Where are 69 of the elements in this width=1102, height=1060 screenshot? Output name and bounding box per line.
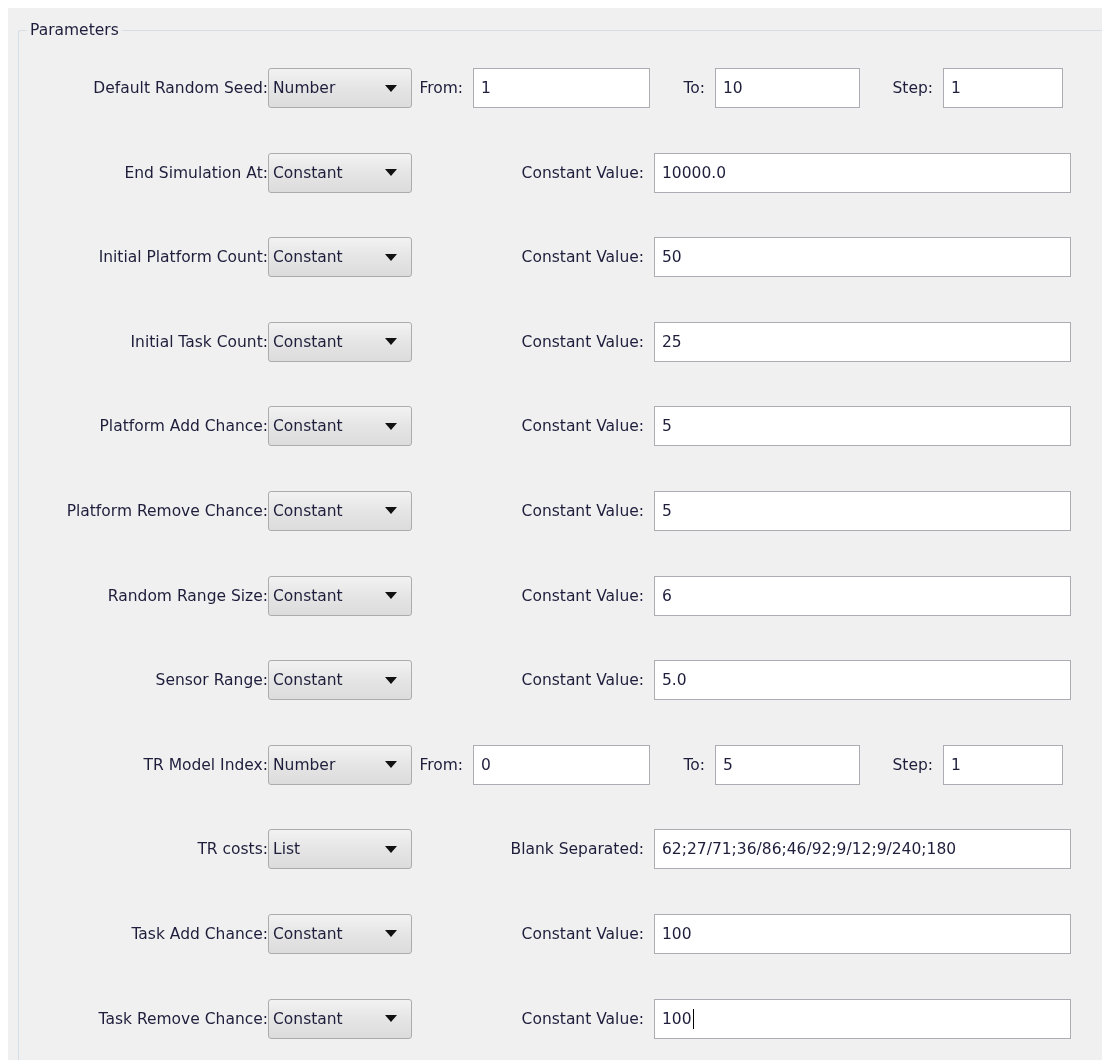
input-field[interactable]: 50 [654,237,1071,278]
field-label: Constant Value: [521,501,644,520]
field-label: Step: [892,755,933,774]
field-label: Constant Value: [521,586,644,605]
field-label: To: [683,755,705,774]
input-field[interactable]: 10 [715,68,860,108]
mode-dropdown[interactable]: Constant [268,660,412,701]
parameter-label: Sensor Range: [155,671,268,690]
input-field[interactable]: 62;27/71;36/86;46/92;9/12;9/240;180 [654,829,1071,870]
field-label: Constant Value: [521,1009,644,1028]
field-label: Constant Value: [521,417,644,436]
caret-icon [385,84,397,92]
parameter-label: End Simulation At: [124,163,268,182]
mode-dropdown[interactable]: Number [268,744,412,785]
field-label: Blank Separated: [510,840,644,859]
caret-icon [385,761,397,769]
caret-icon [385,507,397,515]
input-field[interactable]: 1 [943,68,1063,108]
input-field[interactable]: 25 [654,321,1071,362]
parameter-label: Initial Task Count: [130,332,268,351]
field-label: Step: [892,79,933,97]
mode-dropdown[interactable]: Constant [268,237,412,278]
input-field[interactable]: 5 [715,744,860,785]
parameter-label: Platform Remove Chance: [66,501,268,520]
field-label: Constant Value: [521,163,644,182]
mode-dropdown[interactable]: List [268,829,412,870]
caret-icon [385,676,397,684]
parameter-label: Platform Add Chance: [99,417,268,436]
field-label: From: [419,79,463,97]
input-field[interactable]: 6 [654,575,1071,616]
caret-icon [385,169,397,177]
mode-dropdown[interactable]: Constant [268,406,412,447]
parameter-label: TR Model Index: [143,755,268,774]
caret-icon [385,422,397,430]
parameter-label: Random Range Size: [107,586,268,605]
caret-icon [385,592,397,600]
parameter-label: TR costs: [197,840,268,859]
mode-dropdown[interactable]: Constant [268,152,412,193]
input-field[interactable]: 1 [943,744,1063,785]
mode-dropdown[interactable]: Constant [268,575,412,616]
input-field[interactable]: 0 [473,744,650,785]
input-field[interactable]: 5 [654,490,1071,531]
field-label: Constant Value: [521,924,644,943]
parameter-label: Initial Platform Count: [98,248,268,267]
mode-dropdown[interactable]: Constant [268,490,412,531]
field-label: Constant Value: [521,248,644,267]
field-label: Constant Value: [521,671,644,690]
caret-icon [385,253,397,261]
input-field[interactable]: 100 [654,913,1071,954]
field-label: To: [683,79,705,97]
input-field[interactable]: 5.0 [654,660,1071,701]
input-field[interactable]: 5 [654,406,1071,447]
input-field[interactable]: 1 [473,68,650,108]
caret-icon [385,930,397,938]
caret-icon [385,845,397,853]
mode-dropdown[interactable]: Number [268,68,412,108]
mode-dropdown[interactable]: Constant [268,913,412,954]
input-field[interactable]: 100 [654,998,1071,1039]
parameter-label: Task Add Chance: [131,924,268,943]
field-label: Constant Value: [521,332,644,351]
mode-dropdown[interactable]: Constant [268,998,412,1039]
caret-icon [385,1015,397,1023]
text-cursor [692,1008,695,1029]
parameter-label: Default Random Seed: [93,79,268,97]
parameter-label: Task Remove Chance: [98,1009,268,1028]
field-label: From: [419,755,463,774]
caret-icon [385,338,397,346]
mode-dropdown[interactable]: Constant [268,321,412,362]
input-field[interactable]: 10000.0 [654,152,1071,193]
